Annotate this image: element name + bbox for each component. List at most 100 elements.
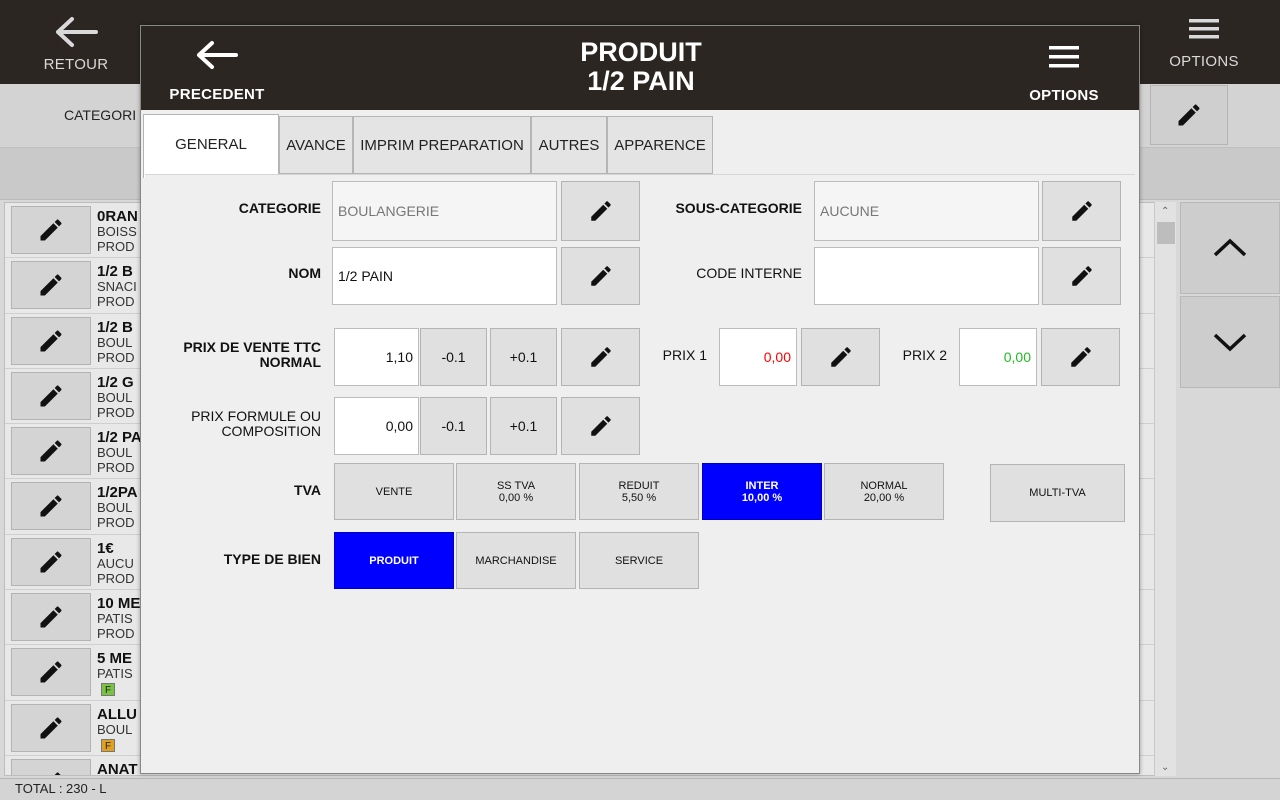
product-category: BOUL	[97, 389, 133, 405]
vat-option-ss-tva[interactable]: SS TVA 0,00 %	[456, 463, 576, 520]
price2-edit-button[interactable]	[1041, 328, 1120, 386]
product-name: 5 ME	[97, 650, 133, 668]
multi-vat-label: MULTI-TVA	[1029, 487, 1086, 499]
product-edit-button[interactable]	[11, 371, 91, 420]
pencil-icon	[588, 413, 614, 439]
name-edit-button[interactable]	[561, 247, 640, 305]
dialog-header: PRECEDENT PRODUIT 1/2 PAIN OPTIONS	[141, 26, 1139, 110]
price1-edit-button[interactable]	[801, 328, 880, 386]
price1-field[interactable]: 0,00	[719, 328, 797, 386]
vat-option-ss-tva-rate: 0,00 %	[498, 492, 534, 504]
pencil-icon	[37, 216, 65, 244]
dialog-title-line1: PRODUIT	[580, 37, 702, 67]
product-edit-button[interactable]	[11, 261, 91, 310]
scroll-down-arrow-icon[interactable]: ⌄	[1161, 762, 1169, 773]
product-category: BOISS	[97, 224, 137, 239]
product-list-scrollbar[interactable]: ⌃ ⌄	[1154, 202, 1176, 776]
pencil-icon	[1175, 101, 1203, 129]
back-button[interactable]: RETOUR	[18, 14, 134, 80]
sale-price-decrement-button[interactable]: -0.1	[420, 328, 487, 386]
goods-type-marchandise[interactable]: MARCHANDISE	[456, 532, 576, 589]
product-category: BOUL	[97, 500, 133, 516]
product-name: 1/2 G	[97, 373, 134, 391]
product-edit-button[interactable]	[11, 482, 91, 531]
multi-vat-button[interactable]: MULTI-TVA	[990, 464, 1125, 522]
vat-option-inter[interactable]: INTER 10,00 %	[702, 463, 822, 520]
price1-label: PRIX 1	[662, 347, 707, 363]
pencil-icon	[588, 198, 614, 224]
pencil-icon	[828, 344, 854, 370]
product-type: PROD	[97, 294, 135, 310]
name-label: NOM	[288, 265, 321, 281]
product-edit-button[interactable]	[11, 758, 91, 776]
category-field[interactable]: BOULANGERIE	[332, 181, 557, 241]
formula-price-edit-button[interactable]	[561, 397, 640, 455]
goods-type-produit-label: PRODUIT	[369, 555, 419, 567]
subcategory-edit-button[interactable]	[1042, 181, 1121, 241]
product-edit-button[interactable]	[11, 427, 91, 476]
dialog-options-button[interactable]: OPTIONS	[1019, 44, 1109, 106]
pencil-icon	[37, 437, 65, 465]
product-name: ANAT	[97, 760, 138, 776]
product-edit-button[interactable]	[11, 316, 91, 365]
previous-button-label: PRECEDENT	[169, 86, 265, 103]
formula-price-field[interactable]: 0,00	[334, 397, 419, 455]
page-down-button[interactable]	[1180, 296, 1280, 388]
sale-price-increment-button[interactable]: +0.1	[490, 328, 557, 386]
formula-price-label: PRIX FORMULE OU COMPOSITION	[155, 409, 321, 439]
goods-type-produit[interactable]: PRODUIT	[334, 532, 454, 589]
formula-price-increment-button[interactable]: +0.1	[490, 397, 557, 455]
previous-button[interactable]: PRECEDENT	[157, 38, 277, 104]
pencil-icon	[37, 492, 65, 520]
goods-type-service[interactable]: SERVICE	[579, 532, 699, 589]
pencil-icon	[1068, 344, 1094, 370]
vat-option-vente[interactable]: VENTE	[334, 463, 454, 520]
pencil-icon	[37, 658, 65, 686]
dialog-options-label: OPTIONS	[1029, 87, 1099, 104]
pencil-icon	[37, 271, 65, 299]
category-filter-label: CATEGORI	[64, 107, 137, 123]
product-edit-button[interactable]	[11, 206, 91, 254]
pencil-icon	[588, 263, 614, 289]
product-edit-button[interactable]	[11, 648, 91, 697]
product-category: BOUL	[97, 334, 133, 350]
vat-option-normal[interactable]: NORMAL 20,00 %	[824, 463, 944, 520]
options-button[interactable]: OPTIONS	[1148, 14, 1260, 80]
scrollbar-thumb[interactable]	[1157, 222, 1175, 244]
internal-code-field[interactable]	[814, 247, 1039, 305]
product-type: PROD	[97, 515, 135, 531]
product-edit-button[interactable]	[11, 703, 91, 752]
subcategory-field[interactable]: AUCUNE	[814, 181, 1039, 241]
product-name: 10 ME	[97, 595, 141, 613]
category-filter-edit-button[interactable]	[1150, 85, 1228, 145]
product-type: PROD	[97, 404, 135, 420]
sale-price-edit-button[interactable]	[561, 328, 640, 386]
tab-autres[interactable]: AUTRES	[531, 116, 607, 174]
total-status: TOTAL : 230 - L	[0, 778, 1280, 800]
product-edit-button[interactable]	[11, 593, 91, 642]
internal-code-edit-button[interactable]	[1042, 247, 1121, 305]
pencil-icon	[37, 769, 65, 776]
sale-price-field[interactable]: 1,10	[334, 328, 419, 386]
price2-field[interactable]: 0,00	[959, 328, 1037, 386]
product-type: PROD	[97, 626, 135, 642]
product-name: ALLU	[97, 705, 137, 723]
product-type: PROD	[97, 349, 135, 365]
category-edit-button[interactable]	[561, 181, 640, 241]
name-field[interactable]: 1/2 PAIN	[332, 247, 557, 305]
menu-icon	[1049, 46, 1079, 68]
page-up-button[interactable]	[1180, 202, 1280, 294]
pencil-icon	[37, 382, 65, 410]
product-edit-button[interactable]	[11, 537, 91, 586]
vat-option-reduit[interactable]: REDUIT 5,50 %	[579, 463, 699, 520]
product-dialog: PRECEDENT PRODUIT 1/2 PAIN OPTIONS GENER…	[140, 25, 1140, 774]
product-type: PROD	[97, 239, 135, 254]
tab-imprim-preparation[interactable]: IMPRIM PREPARATION	[353, 116, 531, 174]
tab-apparence[interactable]: APPARENCE	[607, 116, 713, 174]
options-button-label: OPTIONS	[1169, 53, 1239, 70]
product-type: PROD	[97, 570, 135, 586]
formula-price-decrement-button[interactable]: -0.1	[420, 397, 487, 455]
scroll-up-arrow-icon[interactable]: ⌃	[1161, 206, 1169, 217]
tab-general[interactable]: GENERAL	[143, 114, 279, 178]
tab-avance[interactable]: AVANCE	[279, 116, 353, 174]
